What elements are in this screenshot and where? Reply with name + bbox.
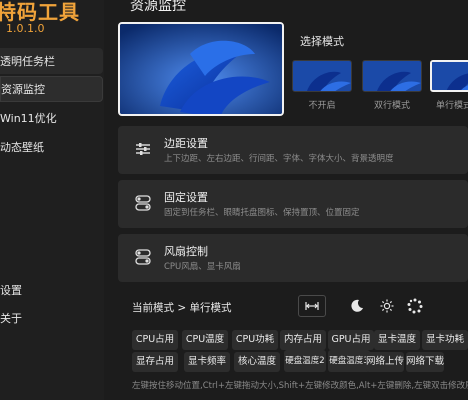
metric-cpu-temp[interactable]: CPU温度 bbox=[182, 330, 228, 350]
mode-option-single-line[interactable] bbox=[430, 60, 468, 92]
palette-icon[interactable] bbox=[406, 297, 424, 315]
sidebar-item-transparent-taskbar[interactable]: 透明任务栏 bbox=[0, 48, 103, 74]
wallpaper-preview bbox=[118, 22, 284, 116]
setting-title: 边距设置 bbox=[164, 137, 208, 150]
metric-disk-temp-2[interactable]: 硬盘温度2 bbox=[284, 350, 326, 372]
fan-control-card[interactable]: 风扇控制 CPU风扇、显卡风扇 bbox=[118, 234, 468, 282]
pin-settings-card[interactable]: 固定设置 固定到任务栏、眼睛托盘图标、保持置顶、位置固定 bbox=[118, 180, 468, 228]
metric-core-temp[interactable]: 核心温度 bbox=[234, 352, 280, 372]
sidebar-item-label: 动态壁纸 bbox=[0, 141, 44, 154]
mode-option-label: 不开启 bbox=[308, 101, 336, 111]
sidebar-item-label: Win11优化 bbox=[0, 112, 57, 125]
metric-disk-temp-3[interactable]: 硬盘温度3 bbox=[328, 350, 370, 372]
win11-bloom-image bbox=[120, 24, 282, 114]
setting-description: CPU风扇、显卡风扇 bbox=[164, 262, 241, 272]
setting-description: 上下边距、左右边距、行间距、字体、字体大小、背景透明度 bbox=[164, 154, 394, 164]
main-content: 资源监控 选择模式 不开启 双行模式 单行模式 边距设置 上下边距、左右边距、行… bbox=[104, 0, 468, 400]
moon-icon[interactable] bbox=[348, 297, 366, 315]
sidebar-item-label: 关于 bbox=[0, 312, 22, 325]
toggle-icon bbox=[135, 249, 151, 265]
metric-cpu-power[interactable]: CPU功耗 bbox=[232, 330, 278, 350]
mode-option-double-line[interactable] bbox=[362, 60, 422, 92]
mode-option-label: 单行模式 bbox=[435, 101, 468, 111]
mode-option-label: 双行模式 bbox=[373, 101, 410, 111]
sun-icon[interactable] bbox=[378, 297, 396, 315]
page-title: 资源监控 bbox=[130, 0, 186, 14]
sidebar-item-win11-optimize[interactable]: Win11优化 bbox=[0, 105, 103, 131]
metric-cpu-usage[interactable]: CPU占用 bbox=[132, 330, 178, 350]
mode-option-off[interactable] bbox=[292, 60, 352, 92]
metric-vram-usage[interactable]: 显存占用 bbox=[132, 352, 178, 372]
sidebar-item-live-wallpaper[interactable]: 动态壁纸 bbox=[0, 134, 103, 160]
sidebar-item-about[interactable]: 关于 bbox=[0, 305, 103, 331]
breadcrumb: 当前模式 > 单行模式 bbox=[132, 302, 232, 314]
toggle-icon bbox=[135, 195, 151, 211]
mode-thumb-image bbox=[293, 61, 351, 91]
metric-gpu-temp[interactable]: 显卡温度 bbox=[374, 330, 420, 350]
metric-gpu-frequency[interactable]: 显卡频率 bbox=[184, 352, 230, 372]
metric-network-upload[interactable]: 网络上传 bbox=[366, 352, 404, 372]
sidebar-item-label: 设置 bbox=[0, 284, 22, 297]
setting-title: 风扇控制 bbox=[164, 245, 208, 258]
metric-gpu-usage[interactable]: GPU占用 bbox=[328, 330, 374, 350]
sidebar: 特码工具 1.0.1.0 透明任务栏 资源监控 Win11优化 动态壁纸 设置 … bbox=[0, 0, 104, 400]
mode-thumb-image bbox=[432, 62, 468, 90]
setting-description: 固定到任务栏、眼睛托盘图标、保持置顶、位置固定 bbox=[164, 208, 360, 218]
sidebar-item-label: 资源监控 bbox=[1, 83, 45, 96]
sidebar-item-resource-monitor[interactable]: 资源监控 bbox=[0, 76, 103, 102]
sidebar-item-label: 透明任务栏 bbox=[0, 55, 55, 68]
mode-thumb-image bbox=[363, 61, 421, 91]
metric-memory-usage[interactable]: 内存占用 bbox=[280, 330, 326, 350]
margin-settings-card[interactable]: 边距设置 上下边距、左右边距、行间距、字体、字体大小、背景透明度 bbox=[118, 126, 468, 174]
metric-gpu-power[interactable]: 显卡功耗 bbox=[422, 330, 468, 350]
setting-title: 固定设置 bbox=[164, 191, 208, 204]
app-version: 1.0.1.0 bbox=[6, 22, 45, 35]
usage-hint: 左键按住移动位置,Ctrl+左键拖动大小,Shift+左键修改颜色,Alt+左键… bbox=[132, 381, 468, 391]
metric-network-download[interactable]: 网络下载 bbox=[406, 352, 444, 372]
expand-arrows-icon bbox=[305, 302, 319, 310]
sidebar-item-settings[interactable]: 设置 bbox=[0, 277, 103, 303]
expand-button[interactable] bbox=[298, 295, 326, 317]
sliders-icon bbox=[136, 143, 150, 155]
mode-selector-label: 选择模式 bbox=[300, 35, 344, 48]
